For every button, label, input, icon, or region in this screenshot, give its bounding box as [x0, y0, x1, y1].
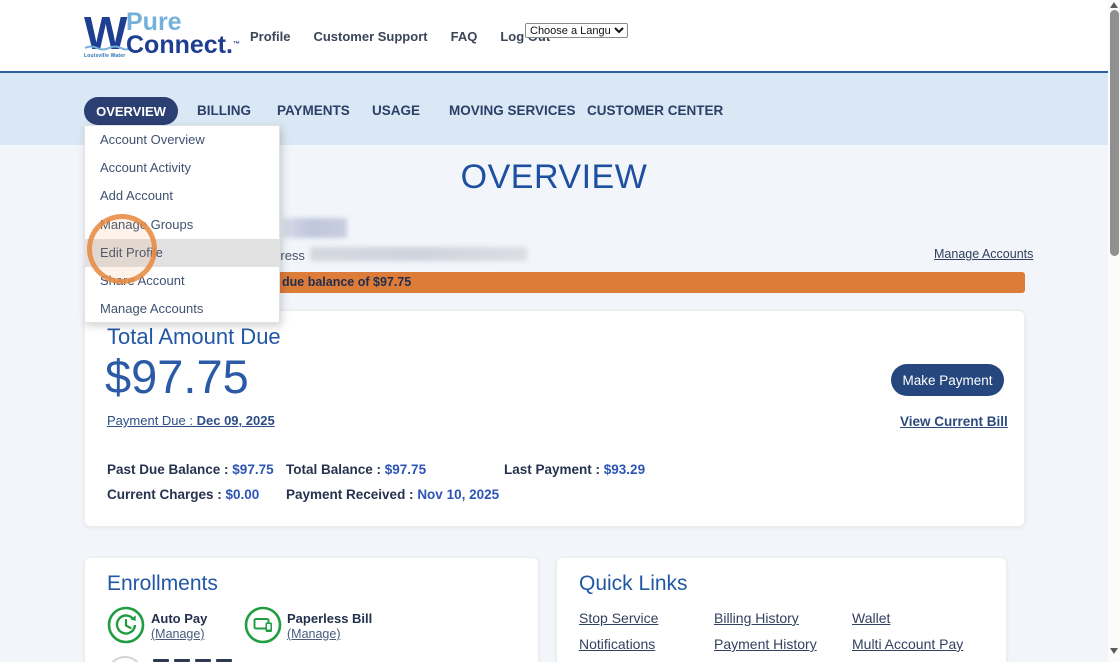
logo-tm: ™ [233, 41, 240, 48]
pureconnect-portal: W Louisville Water Pure Connect.™ Profil… [0, 0, 1120, 662]
payment-due-date: Dec 09, 2025 [197, 413, 275, 428]
stat-last-payment: Last Payment : $93.29 [504, 462, 645, 477]
quick-link-billing-history[interactable]: Billing History [714, 610, 799, 626]
tab-payments[interactable]: PAYMENTS [277, 103, 350, 118]
overview-dropdown-menu: Account Overview Account Activity Add Ac… [84, 125, 280, 323]
manage-accounts-link[interactable]: Manage Accounts [934, 247, 1033, 261]
quick-link-payment-history[interactable]: Payment History [714, 636, 817, 652]
quick-link-multi-account-pay[interactable]: Multi Account Pay [852, 636, 963, 652]
stat-past-due-balance: Past Due Balance : $97.75 [107, 462, 274, 477]
logo-w-letter: W [84, 7, 125, 59]
scrollbar-down-icon[interactable] [1110, 648, 1118, 654]
menu-item-manage-groups[interactable]: Manage Groups [85, 211, 279, 239]
tab-billing[interactable]: BILLING [197, 103, 251, 118]
autopay-label: Auto Pay [151, 611, 207, 626]
stat-payment-received: Payment Received : Nov 10, 2025 [286, 487, 499, 502]
paperless-devices-icon [244, 606, 282, 644]
autopay-manage-link[interactable]: (Manage) [151, 627, 205, 641]
amount-card-title: Total Amount Due [107, 324, 281, 350]
profile-link[interactable]: Profile [250, 29, 290, 44]
language-select[interactable]: Choose a Language [525, 23, 628, 38]
past-due-alert-text: due balance of $97.75 [282, 272, 411, 293]
partial-enrollment-icon [107, 656, 143, 662]
quick-link-wallet[interactable]: Wallet [852, 610, 890, 626]
quick-link-notifications[interactable]: Notifications [579, 636, 655, 652]
header-links: Profile Customer Support FAQ Log Out [250, 29, 550, 44]
faq-link[interactable]: FAQ [451, 29, 478, 44]
scrollbar-thumb[interactable] [1110, 10, 1119, 256]
menu-item-share-account[interactable]: Share Account [85, 267, 279, 295]
payment-due-label: Payment Due : [107, 413, 197, 428]
redacted-account-name [283, 218, 347, 238]
customer-support-link[interactable]: Customer Support [313, 29, 427, 44]
quick-links-card: Quick Links Stop Service Billing History… [556, 557, 1007, 662]
menu-item-account-overview[interactable]: Account Overview [85, 126, 279, 154]
autopay-clock-icon [107, 606, 145, 644]
stat-total-balance: Total Balance : $97.75 [286, 462, 426, 477]
menu-item-account-activity[interactable]: Account Activity [85, 154, 279, 182]
tab-customer-center[interactable]: CUSTOMER CENTER [587, 103, 723, 118]
quick-link-stop-service[interactable]: Stop Service [579, 610, 658, 626]
vertical-scrollbar [1108, 0, 1120, 662]
redacted-service-address [310, 247, 527, 261]
pureconnect-logo[interactable]: W Louisville Water Pure Connect.™ [84, 11, 240, 59]
logo-tagline: Louisville Water [84, 53, 130, 59]
amount-due-value: $97.75 [105, 349, 249, 404]
paperless-bill-manage-link[interactable]: (Manage) [287, 627, 341, 641]
payment-due-link[interactable]: Payment Due : Dec 09, 2025 [107, 413, 275, 428]
tab-usage[interactable]: USAGE [372, 103, 420, 118]
tab-moving-services[interactable]: MOVING SERVICES [449, 103, 576, 118]
logo-connect-text: Connect.™ [126, 33, 240, 57]
enrollments-title: Enrollments [107, 572, 218, 596]
menu-item-manage-accounts[interactable]: Manage Accounts [85, 295, 279, 323]
menu-item-add-account[interactable]: Add Account [85, 182, 279, 210]
tab-overview[interactable]: OVERVIEW [84, 97, 178, 125]
total-amount-due-card: Total Amount Due $97.75 Payment Due : De… [84, 310, 1025, 527]
logo-pure-text: Pure [126, 11, 240, 33]
top-header: W Louisville Water Pure Connect.™ Profil… [0, 0, 1108, 71]
menu-item-edit-profile[interactable]: Edit Profile [85, 239, 279, 267]
view-current-bill-link[interactable]: View Current Bill [900, 414, 1008, 429]
logo-w-mark: W Louisville Water [84, 11, 130, 59]
enrollments-card: Enrollments Auto Pay (Manage) Paperless … [84, 557, 539, 662]
stat-current-charges: Current Charges : $0.00 [107, 487, 259, 502]
quick-links-title: Quick Links [579, 572, 688, 596]
paperless-bill-label: Paperless Bill [287, 611, 372, 626]
scrollbar-up-icon[interactable] [1110, 2, 1118, 8]
logo-wordmark: Pure Connect.™ [126, 11, 240, 59]
make-payment-button[interactable]: Make Payment [891, 364, 1004, 396]
